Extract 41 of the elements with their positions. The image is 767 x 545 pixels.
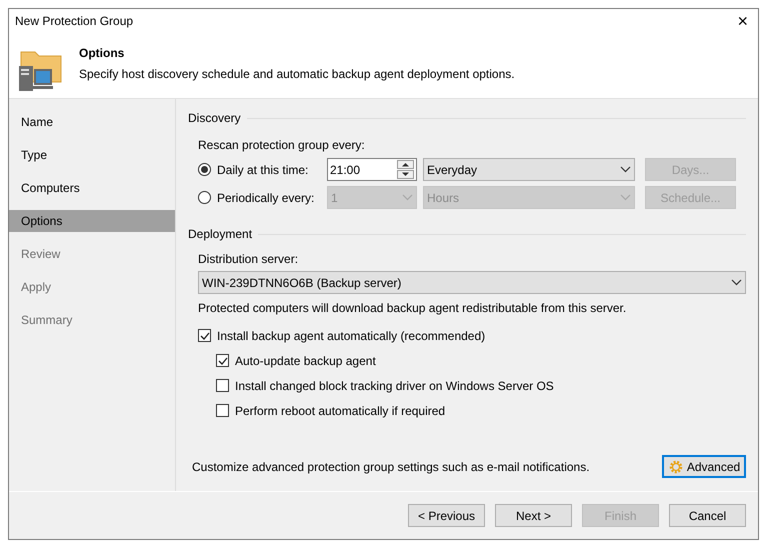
page-title: Options: [79, 45, 126, 62]
field-label: Rescan protection group every:: [198, 138, 365, 152]
checkbox-label: Auto-update backup agent: [235, 352, 376, 370]
chevron-down-icon: [620, 166, 631, 173]
window-title: New Protection Group: [15, 12, 134, 30]
server-dropdown[interactable]: WIN-239DTNN6O6B (Backup server): [198, 271, 746, 294]
wizard-button[interactable]: Next >: [495, 504, 572, 527]
close-button[interactable]: ×: [737, 12, 748, 30]
checkbox-label: Install changed block tracking driver on Windows Server OS: [235, 378, 554, 394]
radio-button[interactable]: [198, 163, 211, 176]
gear-icon: [668, 458, 684, 474]
chevron-down-icon: [402, 194, 413, 201]
wizard-step[interactable]: Options: [9, 210, 175, 232]
radio-label: Daily at this time:: [217, 162, 308, 178]
chevron-down-icon: [731, 279, 742, 286]
field-label: Distribution server:: [198, 251, 300, 268]
chevron-down-icon: [620, 194, 631, 201]
checkbox-label: Install backup agent automatically (recommended): [217, 328, 486, 344]
checkmark-icon: [200, 332, 210, 340]
dropdown[interactable]: Everyday: [423, 158, 635, 181]
checkbox[interactable]: [216, 379, 229, 392]
checkbox-label: Perform reboot automatically if required: [235, 402, 446, 420]
server-note: Protected computers will download backup agent redistributable from this server.: [198, 300, 628, 317]
wizard-button[interactable]: < Previous: [408, 504, 485, 527]
wizard-button[interactable]: Cancel: [669, 504, 746, 527]
checkbox[interactable]: [216, 354, 229, 367]
checkmark-icon: [218, 356, 228, 364]
page-description: Specify host discovery schedule and automatic backup agent deployment options.: [79, 66, 515, 83]
wizard-step[interactable]: Computers: [9, 177, 175, 199]
radio-label: Periodically every:: [217, 190, 314, 206]
checkbox[interactable]: [198, 329, 211, 342]
wizard-step[interactable]: Name: [9, 111, 175, 133]
time-spinner-field[interactable]: 21:00: [327, 158, 417, 181]
spin-arrows-icon[interactable]: [397, 160, 414, 179]
advanced-description: Customize advanced protection group settings such as e-mail notifications.: [192, 458, 590, 476]
section-title: Discovery: [188, 110, 241, 127]
checkbox[interactable]: [216, 404, 229, 417]
section-title: Deployment: [188, 226, 252, 243]
wizard-step[interactable]: Type: [9, 144, 175, 166]
advanced-button[interactable]: Advanced: [662, 455, 746, 478]
radio-button[interactable]: [198, 191, 211, 204]
